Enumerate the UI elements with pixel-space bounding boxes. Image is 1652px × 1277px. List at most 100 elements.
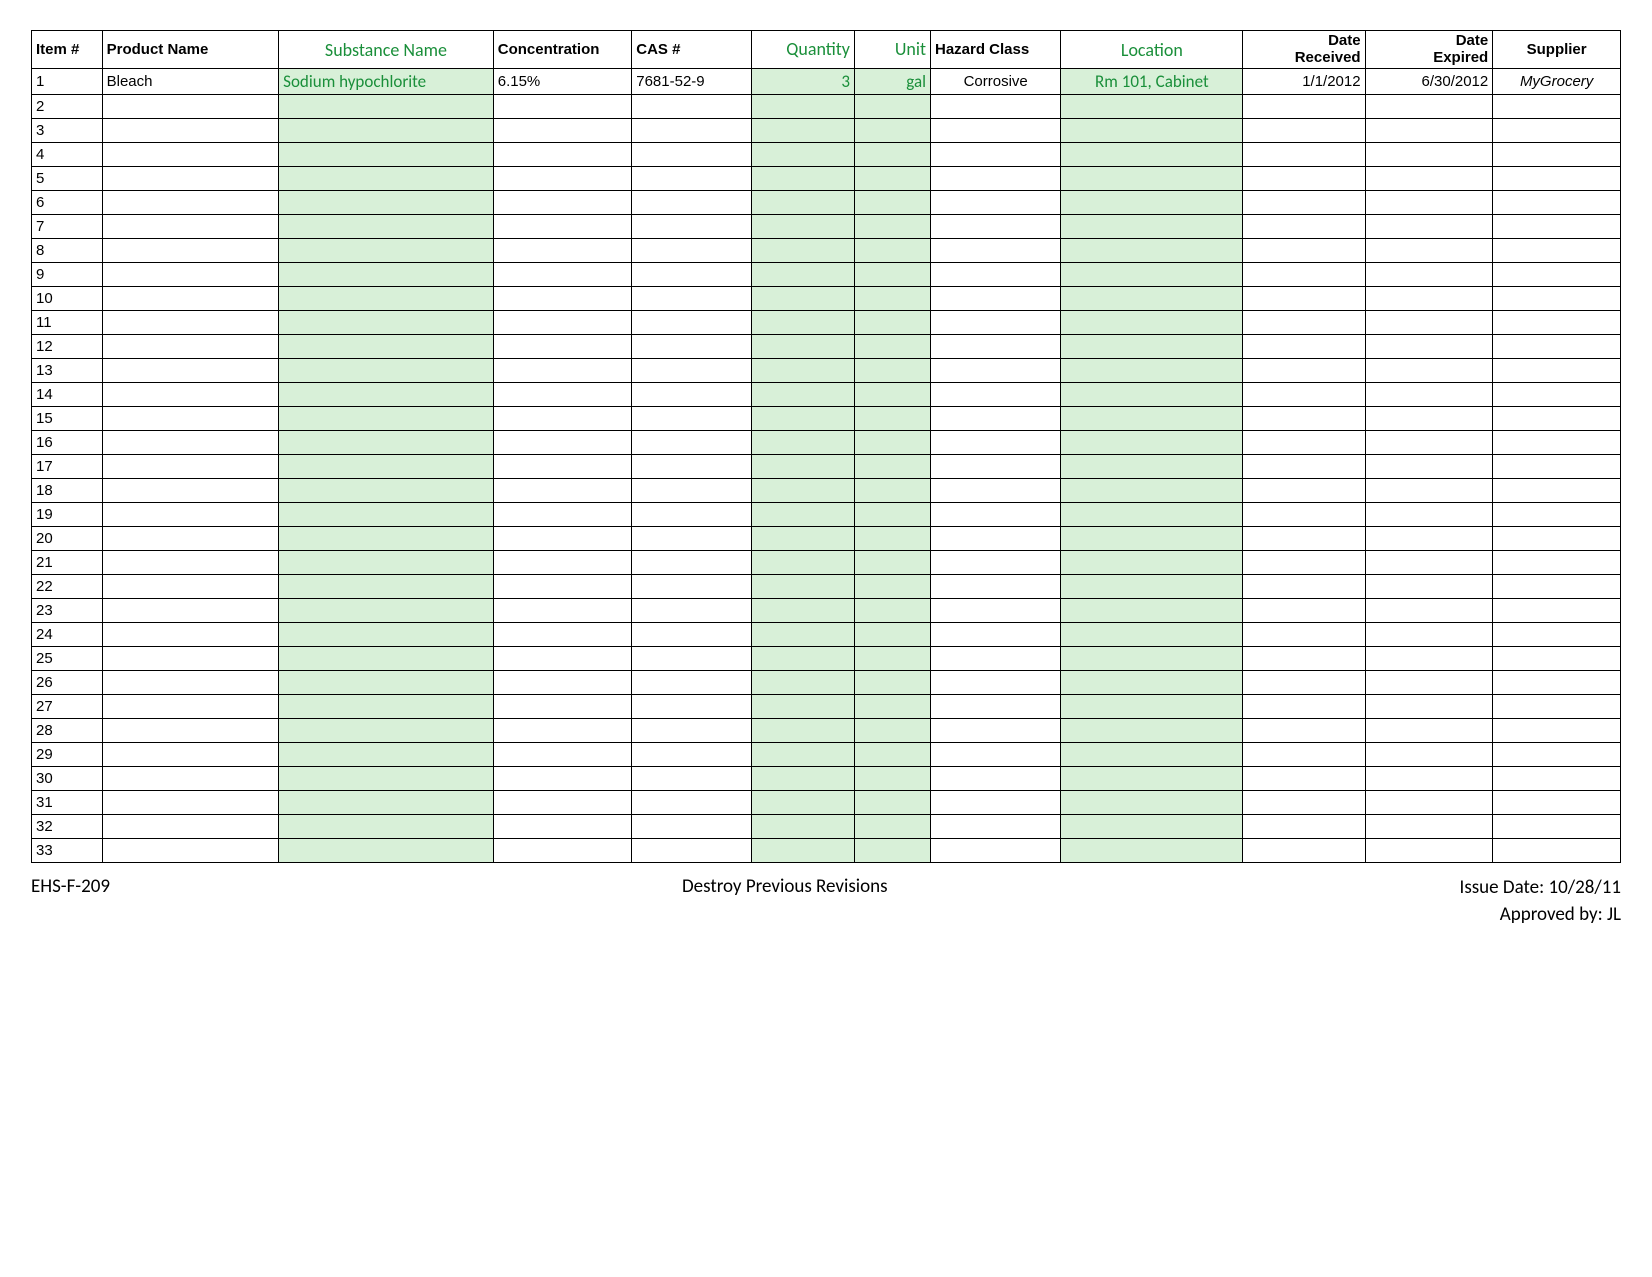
cell-quantity[interactable]: [751, 503, 854, 527]
cell-concentration[interactable]: [493, 791, 632, 815]
cell-hazard[interactable]: [931, 791, 1061, 815]
cell-item[interactable]: 1: [32, 69, 103, 95]
cell-location[interactable]: [1061, 671, 1243, 695]
cell-product[interactable]: [102, 191, 279, 215]
cell-unit[interactable]: [854, 239, 930, 263]
cell-location[interactable]: [1061, 119, 1243, 143]
cell-date_received[interactable]: [1243, 839, 1365, 863]
cell-location[interactable]: [1061, 479, 1243, 503]
cell-hazard[interactable]: [931, 167, 1061, 191]
cell-cas[interactable]: [632, 551, 752, 575]
cell-item[interactable]: 22: [32, 575, 103, 599]
cell-supplier[interactable]: [1493, 575, 1621, 599]
cell-product[interactable]: [102, 431, 279, 455]
cell-location[interactable]: [1061, 575, 1243, 599]
cell-cas[interactable]: [632, 311, 752, 335]
cell-date_expired[interactable]: [1365, 671, 1493, 695]
cell-substance[interactable]: [279, 575, 494, 599]
cell-concentration[interactable]: [493, 383, 632, 407]
cell-item[interactable]: 33: [32, 839, 103, 863]
cell-cas[interactable]: [632, 455, 752, 479]
cell-item[interactable]: 19: [32, 503, 103, 527]
cell-hazard[interactable]: [931, 599, 1061, 623]
cell-date_expired[interactable]: [1365, 335, 1493, 359]
cell-item[interactable]: 14: [32, 383, 103, 407]
table-row[interactable]: 27: [32, 695, 1621, 719]
cell-item[interactable]: 18: [32, 479, 103, 503]
cell-quantity[interactable]: [751, 119, 854, 143]
cell-unit[interactable]: [854, 311, 930, 335]
cell-unit[interactable]: [854, 263, 930, 287]
cell-quantity[interactable]: [751, 455, 854, 479]
cell-substance[interactable]: [279, 143, 494, 167]
cell-hazard[interactable]: [931, 623, 1061, 647]
cell-quantity[interactable]: [751, 479, 854, 503]
cell-cas[interactable]: [632, 575, 752, 599]
cell-location[interactable]: [1061, 407, 1243, 431]
cell-cas[interactable]: [632, 287, 752, 311]
cell-concentration[interactable]: [493, 455, 632, 479]
cell-product[interactable]: [102, 143, 279, 167]
cell-substance[interactable]: [279, 719, 494, 743]
cell-cas[interactable]: [632, 719, 752, 743]
cell-substance[interactable]: [279, 527, 494, 551]
cell-location[interactable]: [1061, 743, 1243, 767]
table-row[interactable]: 33: [32, 839, 1621, 863]
cell-concentration[interactable]: [493, 239, 632, 263]
cell-product[interactable]: [102, 479, 279, 503]
cell-cas[interactable]: [632, 839, 752, 863]
table-row[interactable]: 32: [32, 815, 1621, 839]
cell-product[interactable]: [102, 359, 279, 383]
cell-supplier[interactable]: [1493, 743, 1621, 767]
cell-supplier[interactable]: [1493, 167, 1621, 191]
cell-substance[interactable]: [279, 503, 494, 527]
cell-concentration[interactable]: [493, 671, 632, 695]
cell-hazard[interactable]: [931, 239, 1061, 263]
table-row[interactable]: 15: [32, 407, 1621, 431]
cell-concentration[interactable]: [493, 191, 632, 215]
cell-concentration[interactable]: [493, 551, 632, 575]
cell-concentration[interactable]: [493, 599, 632, 623]
cell-location[interactable]: [1061, 599, 1243, 623]
cell-date_received[interactable]: [1243, 575, 1365, 599]
cell-supplier[interactable]: [1493, 407, 1621, 431]
cell-product[interactable]: [102, 503, 279, 527]
cell-substance[interactable]: [279, 215, 494, 239]
cell-date_received[interactable]: [1243, 311, 1365, 335]
cell-date_received[interactable]: [1243, 359, 1365, 383]
cell-product[interactable]: [102, 767, 279, 791]
cell-supplier[interactable]: [1493, 95, 1621, 119]
cell-unit[interactable]: [854, 503, 930, 527]
cell-unit[interactable]: [854, 671, 930, 695]
table-row[interactable]: 3: [32, 119, 1621, 143]
table-row[interactable]: 17: [32, 455, 1621, 479]
cell-concentration[interactable]: [493, 743, 632, 767]
cell-hazard[interactable]: [931, 455, 1061, 479]
cell-quantity[interactable]: [751, 143, 854, 167]
cell-date_expired[interactable]: [1365, 287, 1493, 311]
cell-date_expired[interactable]: [1365, 719, 1493, 743]
cell-hazard[interactable]: [931, 263, 1061, 287]
cell-product[interactable]: [102, 311, 279, 335]
cell-supplier[interactable]: [1493, 599, 1621, 623]
cell-quantity[interactable]: [751, 407, 854, 431]
cell-unit[interactable]: [854, 815, 930, 839]
cell-date_received[interactable]: [1243, 767, 1365, 791]
cell-date_expired[interactable]: [1365, 551, 1493, 575]
cell-supplier[interactable]: [1493, 503, 1621, 527]
cell-date_received[interactable]: [1243, 239, 1365, 263]
cell-unit[interactable]: [854, 623, 930, 647]
cell-date_expired[interactable]: [1365, 647, 1493, 671]
cell-quantity[interactable]: [751, 311, 854, 335]
cell-hazard[interactable]: [931, 503, 1061, 527]
table-row[interactable]: 9: [32, 263, 1621, 287]
cell-date_received[interactable]: [1243, 143, 1365, 167]
cell-hazard[interactable]: Corrosive: [931, 69, 1061, 95]
cell-concentration[interactable]: [493, 407, 632, 431]
cell-supplier[interactable]: [1493, 479, 1621, 503]
cell-location[interactable]: [1061, 191, 1243, 215]
cell-supplier[interactable]: [1493, 119, 1621, 143]
cell-date_expired[interactable]: [1365, 695, 1493, 719]
cell-substance[interactable]: [279, 743, 494, 767]
cell-location[interactable]: [1061, 239, 1243, 263]
